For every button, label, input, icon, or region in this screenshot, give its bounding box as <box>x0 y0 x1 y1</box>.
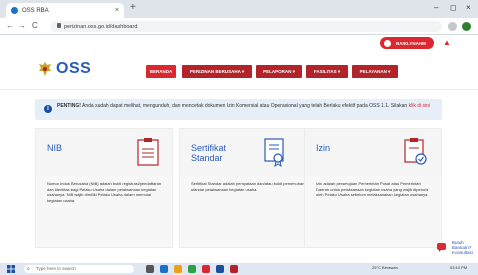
reload-button[interactable]: C <box>32 21 38 30</box>
nav-beranda[interactable]: BERANDA <box>146 65 176 78</box>
favicon-icon <box>11 7 18 14</box>
maximize-button[interactable]: ◻ <box>450 3 457 12</box>
minimize-button[interactable]: – <box>434 3 438 12</box>
url-text: perizinan.oss.go.id/dashboard <box>64 24 138 30</box>
info-banner: i PENTING! Anda sudah dapat melihat, men… <box>35 99 442 120</box>
extension-icon[interactable] <box>448 22 457 31</box>
certificate-icon <box>264 138 284 167</box>
app-icon[interactable] <box>202 265 210 273</box>
card-sertifikat-standar[interactable]: Sertifikat Standar Sertifikat Standar ad… <box>179 128 317 248</box>
card-izin[interactable]: Izin Izin adalah persetujuan Pemerintah … <box>304 128 442 248</box>
new-tab-button[interactable]: + <box>130 2 136 13</box>
forward-button[interactable]: → <box>18 21 26 30</box>
card-description: Nomor Induk Berusaha (NIB) adalah bukti … <box>47 181 162 203</box>
weather-text[interactable]: 25°C Berawan <box>372 265 398 270</box>
lock-icon <box>57 23 61 28</box>
banner-body: Anda sudah dapat melihat, mengunduh, dan… <box>80 103 409 109</box>
tab-close-icon[interactable]: × <box>115 7 119 14</box>
notification-bell-icon[interactable]: ▲ <box>443 38 451 47</box>
taskbar-search[interactable]: ⌕ Type here to search <box>24 265 134 273</box>
banner-strong: PENTING! <box>57 103 81 109</box>
chrome-icon[interactable] <box>188 265 196 273</box>
browser-tab[interactable]: OSS RBA × <box>6 3 124 18</box>
user-bar: BAIKLYNAHM ▲ <box>0 35 478 52</box>
browser-tab-bar: OSS RBA × + – ◻ × <box>0 0 478 18</box>
tab-title: OSS RBA <box>22 7 49 14</box>
address-bar[interactable]: perizinan.oss.go.id/dashboard <box>50 21 442 32</box>
card-description: Sertifikat Standar adalah pernyataan dan… <box>191 181 305 192</box>
nav-perizinan-berusaha[interactable]: PERIZINAN BERUSAHA ▾ <box>182 65 252 78</box>
pdf-icon[interactable] <box>230 265 238 273</box>
user-menu-button[interactable]: BAIKLYNAHM <box>380 37 434 49</box>
nav-pelayanan[interactable]: PELAYANAN ▾ <box>352 65 398 78</box>
profile-avatar[interactable] <box>462 22 471 31</box>
card-title: NIB <box>47 143 63 153</box>
nav-pelaporan[interactable]: PELAPORAN ▾ <box>256 65 302 78</box>
card-description: Izin adalah persetujuan Pemerintah Pusat… <box>316 181 429 197</box>
edge-icon[interactable] <box>160 265 168 273</box>
word-icon[interactable] <box>216 265 224 273</box>
banner-text: PENTING! Anda sudah dapat melihat, mengu… <box>57 103 432 110</box>
windows-taskbar: ⌕ Type here to search 25°C Berawan 03:10… <box>0 263 478 275</box>
chat-support-label[interactable]: Butuh Bantuan? Konsultasi <box>452 240 478 255</box>
approval-document-icon <box>404 138 427 165</box>
browser-toolbar: ← → C perizinan.oss.go.id/dashboard <box>0 18 478 35</box>
clock-text[interactable]: 03:10 PM <box>450 265 467 270</box>
banner-link[interactable]: klik di sini <box>409 103 430 109</box>
garuda-emblem-icon <box>39 62 51 76</box>
user-icon <box>384 39 391 47</box>
task-view-icon[interactable] <box>146 265 154 273</box>
close-window-button[interactable]: × <box>466 3 471 12</box>
user-name: BAIKLYNAHM <box>396 40 426 46</box>
info-icon: i <box>44 105 52 113</box>
nav-fasilitas[interactable]: FASILITAS ▾ <box>306 65 348 78</box>
search-icon: ⌕ <box>27 266 30 272</box>
card-title: Sertifikat Standar <box>191 143 227 163</box>
search-placeholder: Type here to search <box>36 266 76 271</box>
card-title: Izin <box>316 143 331 153</box>
file-explorer-icon[interactable] <box>174 265 182 273</box>
card-nib[interactable]: NIB Nomor Induk Berusaha (NIB) adalah bu… <box>35 128 173 248</box>
back-button[interactable]: ← <box>6 21 14 30</box>
chat-support-icon[interactable] <box>436 242 447 253</box>
site-header: OSS BERANDA PERIZINAN BERUSAHA ▾ PELAPOR… <box>0 52 478 90</box>
windows-start-icon[interactable] <box>7 265 15 273</box>
oss-logo[interactable]: OSS <box>56 60 91 78</box>
document-icon <box>137 138 159 166</box>
